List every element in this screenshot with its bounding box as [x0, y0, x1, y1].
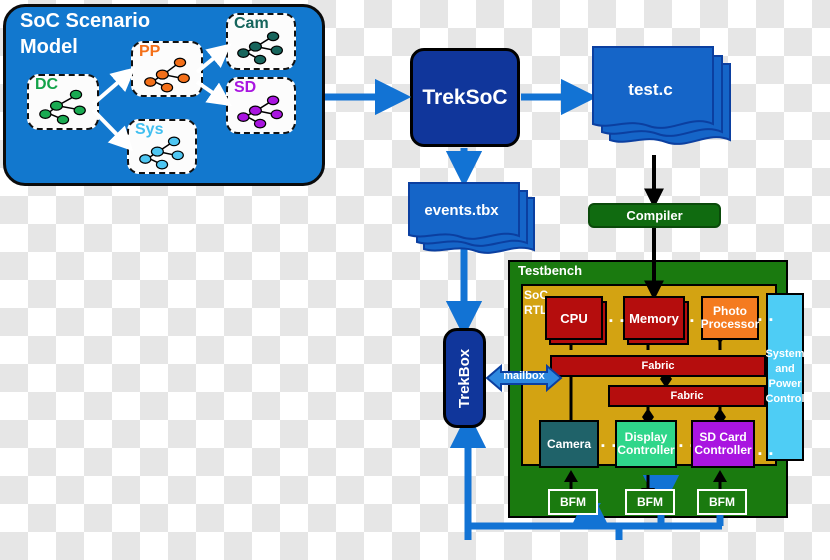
bfm-2[interactable]: BFM — [625, 489, 675, 515]
camera-block[interactable]: Camera — [539, 420, 599, 468]
syspow-label-line2: and — [775, 363, 795, 375]
ellipsis-cpu-memory: ▪ ▪ — [609, 315, 626, 327]
trekbox-label: TrekBox — [456, 348, 474, 408]
mailbox-label: mailbox — [503, 370, 545, 382]
bfm-1[interactable]: BFM — [548, 489, 598, 515]
scenario-graph-dc — [39, 89, 86, 125]
treksoc-label: TrekSoC — [422, 85, 508, 109]
display-controller-block[interactable]: Display Controller — [615, 420, 677, 468]
fabric-top[interactable]: Fabric — [550, 355, 766, 377]
compiler-label: Compiler — [626, 208, 683, 223]
camera-label: Camera — [546, 436, 592, 451]
testc-document-stack[interactable]: test.c — [588, 42, 738, 157]
ellipsis-photo-syspow: ▪ ▪ — [758, 314, 775, 326]
scenario-box-pp[interactable]: PP — [131, 41, 203, 97]
testc-label: test.c — [628, 80, 673, 99]
bfm-2-label: BFM — [637, 495, 663, 509]
fabric-bottom-label: Fabric — [670, 390, 704, 402]
fabric-top-label: Fabric — [641, 360, 675, 372]
sd-card-controller-block[interactable]: SD Card Controller — [691, 420, 755, 468]
compiler-box[interactable]: Compiler — [588, 203, 721, 228]
memory-block[interactable]: Memory — [623, 296, 685, 340]
scenario-graph-cam — [237, 31, 283, 65]
sdcard-label-line2: Controller — [694, 443, 752, 457]
bfm-3-label: BFM — [709, 495, 735, 509]
memory-label: Memory — [629, 310, 679, 326]
syspow-label-line4: Control — [765, 393, 805, 405]
soc-title-line1: SoC Scenario — [20, 10, 151, 32]
scenario-box-cam[interactable]: Cam — [226, 13, 296, 70]
cpu-block[interactable]: CPU — [545, 296, 603, 340]
events-document-stack[interactable]: events.tbx — [404, 178, 544, 268]
syspow-label-line3: Power — [768, 378, 802, 390]
scenario-graph-pp — [144, 57, 190, 93]
scenario-graph-sd — [237, 95, 283, 129]
photo-processor-label-line2: Processor — [700, 317, 760, 331]
display-label-line2: Controller — [617, 443, 675, 457]
bfm-1-label: BFM — [560, 495, 586, 509]
cpu-label: CPU — [560, 310, 588, 326]
syspow-label-line1: System — [765, 348, 805, 360]
treksoc-box[interactable]: TrekSoC — [410, 48, 520, 147]
ellipsis-sd-syspow: ▪ ▪ — [758, 448, 775, 460]
scenario-box-sd[interactable]: SD — [226, 77, 296, 134]
bfm-3[interactable]: BFM — [697, 489, 747, 515]
fabric-bottom[interactable]: Fabric — [608, 385, 766, 407]
scenario-box-sys[interactable]: Sys — [127, 119, 197, 174]
photo-processor-block[interactable]: Photo Processor — [701, 296, 759, 340]
trekbox-box[interactable]: TrekBox — [443, 328, 486, 428]
scenario-box-dc[interactable]: DC — [27, 74, 99, 130]
mailbox-arrow: mailbox — [485, 360, 563, 396]
events-label: events.tbx — [424, 202, 499, 219]
scenario-graph-sys — [139, 136, 184, 170]
